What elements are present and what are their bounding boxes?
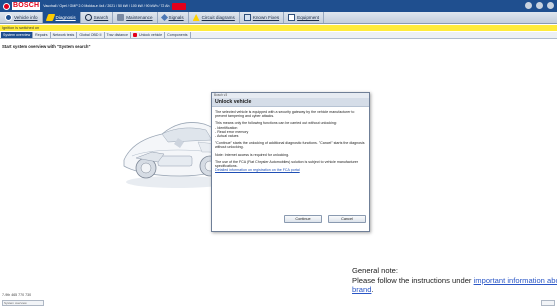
tab-maintenance-label: Maintenance — [126, 15, 153, 20]
subtab-network-tests[interactable]: Network tests — [51, 32, 78, 38]
lock-icon — [132, 33, 137, 37]
status-button[interactable] — [541, 300, 555, 306]
subtab-unlock-vehicle[interactable]: Unlock vehicle — [131, 32, 166, 38]
tab-diagnosis[interactable]: Diagnosis — [42, 12, 81, 23]
dialog-function-item: - Actual values — [215, 134, 239, 139]
close-icon[interactable] — [547, 2, 554, 9]
tab-circuit-diagrams-label: Circuit diagrams — [201, 15, 235, 20]
search-icon — [84, 14, 92, 21]
subtab-trav-distance[interactable]: Trav distance — [105, 32, 131, 38]
circuit-icon — [192, 14, 200, 21]
dialog-paragraph-internet: Note: Internet access is required for un… — [215, 152, 290, 157]
general-note-line: Please follow the instructions under imp… — [352, 276, 557, 286]
tab-known-fixes[interactable]: Known Fixes — [240, 12, 285, 23]
brand-link[interactable]: brand — [352, 285, 371, 294]
equipment-icon — [288, 14, 296, 21]
dialog-body: The selected vehicle is equipped with a … — [212, 107, 369, 172]
subtab-repairs[interactable]: Repairs — [33, 32, 51, 38]
ignition-status-bar: Ignition is switched on — [0, 25, 557, 31]
dialog-title: Unlock vehicle — [212, 98, 369, 107]
main-navigation: Vehicle info Diagnosis Search Maintenanc… — [0, 12, 557, 24]
continue-button[interactable]: Continue — [284, 215, 322, 223]
bosch-logo-icon — [3, 2, 10, 10]
general-note: General note: Please follow the instruct… — [352, 266, 557, 295]
dialog-paragraph-functions: This means only the following functions … — [215, 121, 366, 138]
tab-equipment[interactable]: Equipment — [284, 12, 325, 23]
app-window: BOSCH Vauxhall / Opel / GMP 2.0 Mokka-e … — [0, 0, 557, 307]
general-note-text: Please follow the instructions under — [352, 275, 474, 285]
dialog-paragraph-security: The selected vehicle is equipped with a … — [215, 110, 355, 119]
tab-search[interactable]: Search — [81, 12, 114, 23]
title-bar: BOSCH Vauxhall / Opel / GMP 2.0 Mokka-e … — [0, 0, 557, 12]
page-heading: Start system overview with "System searc… — [2, 44, 91, 49]
wrench-icon — [117, 14, 125, 21]
tab-signals-label: Signals — [168, 15, 184, 20]
vehicle-car-icon[interactable] — [172, 2, 187, 10]
cancel-button[interactable]: Cancel — [328, 215, 366, 223]
general-note-line-2: brand. — [352, 285, 557, 295]
settings-icon[interactable] — [536, 2, 543, 9]
subtab-global-obd[interactable]: Global OBD II — [77, 32, 105, 38]
dialog-paragraph-fca: The use of the FCA (Fiat Chrysler Automo… — [215, 160, 366, 173]
subtab-system-overview[interactable]: System overview — [1, 32, 34, 38]
tab-known-fixes-label: Known Fixes — [252, 15, 280, 20]
window-controls — [525, 2, 554, 9]
subtab-unlock-vehicle-label: Unlock vehicle — [138, 33, 163, 37]
tab-search-label: Search — [93, 15, 109, 20]
diagnosis-icon — [45, 14, 55, 21]
status-box[interactable]: System overview — [2, 300, 44, 306]
vehicle-info: Vauxhall / Opel / GMP 2.0 Mokka-e 4x4 / … — [43, 4, 170, 8]
unlock-vehicle-dialog: Bosch v3 Unlock vehicle The selected veh… — [211, 92, 370, 232]
tab-circuit-diagrams[interactable]: Circuit diagrams — [189, 12, 240, 23]
general-note-title: General note: — [352, 266, 399, 275]
subtab-bar: System overview Repairs Network tests Gl… — [0, 32, 557, 39]
dialog-fca-text: The use of the FCA (Fiat Chrysler Automo… — [215, 159, 359, 169]
help-icon[interactable] — [525, 2, 532, 9]
fca-registration-link[interactable]: Detailed information on registration on … — [215, 168, 300, 172]
brand-label: BOSCH — [12, 2, 41, 10]
general-note-period: . — [371, 285, 374, 294]
known-fixes-icon — [243, 14, 251, 21]
vehicle-info-icon — [5, 14, 12, 21]
tab-diagnosis-label: Diagnosis — [55, 15, 76, 20]
tab-vehicle-info[interactable]: Vehicle info — [1, 12, 43, 23]
tab-vehicle-info-label: Vehicle info — [14, 15, 38, 20]
tab-signals[interactable]: Signals — [158, 12, 189, 23]
status-text: 7-9th 465 770 730 — [2, 293, 32, 297]
subtab-components[interactable]: Components — [165, 32, 191, 38]
signals-icon — [160, 13, 168, 22]
important-information-link[interactable]: important information about the — [474, 276, 557, 285]
dialog-paragraph-continue: "Continue" starts the unlocking of addit… — [215, 141, 365, 150]
tab-equipment-label: Equipment — [297, 15, 320, 20]
tab-maintenance[interactable]: Maintenance — [113, 12, 158, 23]
